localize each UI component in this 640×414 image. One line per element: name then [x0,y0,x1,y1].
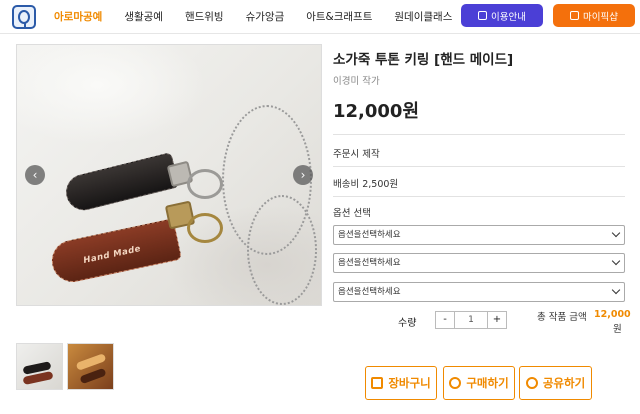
nav-item-sugar[interactable]: 슈가앙금 [246,9,285,24]
buy-now-label: 구매하기 [466,376,509,390]
option-select-text: 옵션을선택하세요 [338,230,401,240]
product-author[interactable]: 이경미 작가 [333,73,380,87]
add-to-cart-label: 장바구니 [388,376,431,390]
usage-guide-label: 이용안내 [491,11,526,23]
usage-guide-button[interactable]: 이용안내 [461,4,543,27]
site-header: 아로마공예 생활공예 핸드위빙 슈가앙금 아트&크래프트 원데이클래스 이용안내… [0,0,640,34]
thumb-dark-strap [79,367,107,385]
chevron-down-icon [611,285,621,295]
shipping-fee-text: 배송비 2,500원 [333,179,399,190]
option-select-text: 옵션을선택하세요 [338,258,401,268]
buy-now-button[interactable]: 구매하기 [443,366,515,400]
share-label: 공유하기 [542,376,586,390]
my-shop-label: 마이픽샵 [583,11,618,23]
next-image-arrow-icon[interactable]: › [293,165,313,185]
quantity-label: 수량 [398,318,417,329]
option-select-2[interactable]: 옵션을선택하세요 [333,253,625,273]
nav-item-living[interactable]: 생활공예 [124,9,163,24]
product-title: 소가죽 투톤 키링 [핸드 메이드] [333,52,514,68]
main-nav: 아로마공예 생활공예 핸드위빙 슈가앙금 아트&크래프트 원데이클래스 [54,9,474,24]
total-price-label: 총 작품 금액 [537,312,587,323]
nav-item-oneday[interactable]: 원데이클래스 [394,9,452,24]
divider [333,196,625,197]
product-main-image: Hand Made ‹ › [16,44,322,306]
chevron-down-icon [611,256,621,266]
total-price-value: 12,000 [594,309,631,320]
product-price: 12,000원 [333,101,420,122]
cloth-highlight [17,45,207,145]
thumbnail-2[interactable] [67,343,114,390]
prev-image-arrow-icon[interactable]: ‹ [25,165,45,185]
option-select-1[interactable]: 옵션을선택하세요 [333,225,625,245]
my-shop-button[interactable]: 마이픽샵 [553,4,635,27]
coin-icon [449,377,462,389]
info-icon [478,11,488,20]
quantity-minus-button[interactable]: - [436,312,454,328]
option-select-3[interactable]: 옵션을선택하세요 [333,282,625,302]
nav-item-art-craft[interactable]: 아트&크래프트 [306,9,372,24]
chevron-down-icon [611,228,621,238]
quantity-stepper: - 1 + [435,311,507,329]
chain-loop [247,195,317,305]
add-to-cart-button[interactable]: 장바구니 [365,366,437,400]
silver-key-ring [187,169,223,199]
total-price-unit: 원 [613,324,622,335]
quantity-plus-button[interactable]: + [488,312,506,328]
share-icon [525,377,538,389]
user-icon [570,11,580,20]
option-select-label: 옵션 선택 [333,208,371,219]
nav-item-aroma[interactable]: 아로마공예 [54,9,102,24]
nav-item-weaving[interactable]: 핸드위빙 [185,9,224,24]
divider [333,166,625,167]
black-leather-strap [62,151,180,215]
logo-mark-icon [18,10,30,28]
divider [333,134,625,135]
made-to-order-text: 주문시 제작 [333,149,380,160]
option-select-text: 옵션을선택하세요 [338,287,401,297]
brass-key-ring [187,213,223,243]
quantity-input[interactable]: 1 [454,312,488,328]
cart-icon [371,377,384,389]
thumbnail-1[interactable] [16,343,63,390]
site-logo[interactable] [12,5,36,29]
share-button[interactable]: 공유하기 [519,366,592,400]
